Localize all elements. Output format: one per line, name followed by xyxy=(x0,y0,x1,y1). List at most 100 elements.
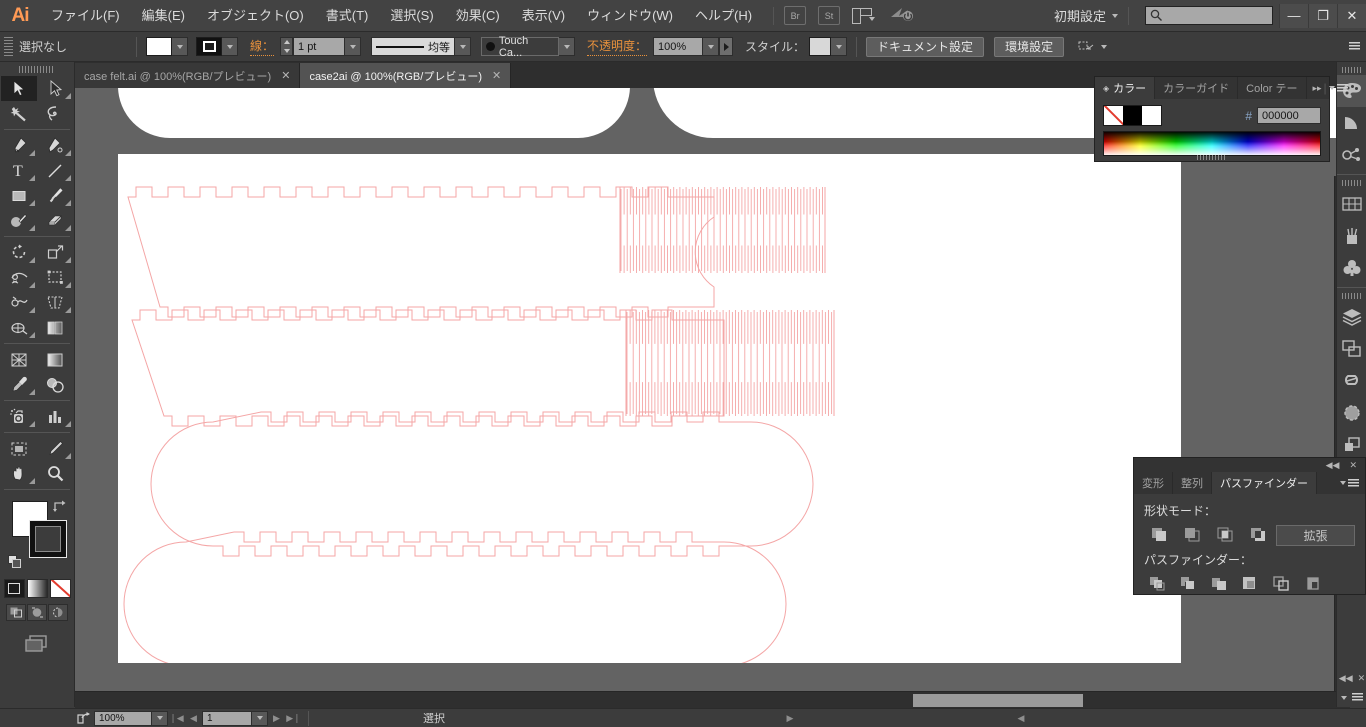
menu-type[interactable]: 書式(T) xyxy=(315,0,380,32)
unite-button[interactable] xyxy=(1144,523,1175,547)
stroke-profile-value[interactable]: 均等 xyxy=(371,37,456,56)
stroke-chevron-down-icon[interactable] xyxy=(222,37,238,56)
color-panel[interactable]: ◈ カラー カラーガイド Color テー ▸▸ | # 000000 xyxy=(1094,76,1348,162)
gradient-swatch-tool[interactable] xyxy=(37,347,73,372)
document-setup-button[interactable]: ドキュメント設定 xyxy=(866,36,985,57)
artboard-tool[interactable] xyxy=(1,436,37,461)
status-left-scroll-button[interactable]: ◀ xyxy=(1013,709,1030,727)
shape-builder-tool[interactable] xyxy=(1,290,37,315)
tab-transform[interactable]: 変形 xyxy=(1134,472,1173,494)
arrange-documents-icon[interactable] xyxy=(852,7,874,24)
column-graph-tool[interactable] xyxy=(37,404,73,429)
document-canvas[interactable] xyxy=(75,88,1350,708)
trim-button[interactable] xyxy=(1175,572,1201,596)
brush-definition-value[interactable]: Touch Ca... xyxy=(481,35,560,59)
stroke-weight-input[interactable]: 1 pt xyxy=(293,37,346,56)
stroke-profile-control[interactable]: 均等 xyxy=(371,37,472,56)
workspace-switcher-label[interactable]: 初期設定 xyxy=(1054,6,1106,25)
close-button[interactable]: ✕ xyxy=(1337,3,1366,28)
stroke-profile-chevron-down-icon[interactable] xyxy=(455,37,472,56)
menu-select[interactable]: 選択(S) xyxy=(379,0,444,32)
menu-view[interactable]: 表示(V) xyxy=(511,0,576,32)
gradient-mode-button[interactable] xyxy=(26,579,48,598)
color-themes-icon[interactable] xyxy=(1337,139,1366,171)
artboard-nav-control[interactable]: 1 xyxy=(202,709,268,727)
dock-menu-chevron-icon[interactable] xyxy=(1341,695,1347,700)
control-bar-grip[interactable] xyxy=(4,36,13,57)
next-artboard-button[interactable]: ▶ xyxy=(268,709,285,727)
draw-inside-button[interactable] xyxy=(48,604,68,621)
gradient-mesh-tool[interactable] xyxy=(1,347,37,372)
close-dock-icon[interactable]: ✕ xyxy=(1358,673,1366,684)
transform-options-control[interactable] xyxy=(1078,40,1108,54)
tab-close-icon[interactable]: ✕ xyxy=(281,69,290,82)
selection-tool[interactable] xyxy=(1,76,37,101)
stroke-weight-stepper[interactable] xyxy=(280,37,294,56)
none-mode-button[interactable] xyxy=(49,579,71,598)
zoom-input[interactable]: 100% xyxy=(94,710,152,726)
swap-fill-stroke-icon[interactable] xyxy=(52,499,68,516)
expand-button[interactable]: 拡張 xyxy=(1276,524,1355,546)
arrange-chevron-down-icon[interactable] xyxy=(869,17,876,21)
curvature-tool[interactable] xyxy=(37,133,73,158)
zoom-tool[interactable] xyxy=(37,461,73,486)
draw-behind-button[interactable] xyxy=(27,604,47,621)
color-panel-menu-chevron-icon[interactable] xyxy=(1328,86,1335,90)
magic-wand-tool[interactable] xyxy=(1,101,37,126)
blend-tool[interactable] xyxy=(37,372,73,397)
menu-file[interactable]: ファイル(F) xyxy=(40,0,131,32)
brush-control[interactable]: Touch Ca... xyxy=(481,35,576,59)
symbol-sprayer-tool[interactable] xyxy=(1,404,37,429)
transform-chevron-down-icon[interactable] xyxy=(1101,44,1108,49)
menu-help[interactable]: ヘルプ(H) xyxy=(684,0,763,32)
graphic-style-control[interactable] xyxy=(809,37,848,56)
slice-tool[interactable] xyxy=(37,436,73,461)
tools-panel-grip[interactable] xyxy=(0,62,74,76)
artboard-case2[interactable] xyxy=(118,154,1181,663)
screen-mode-button[interactable] xyxy=(0,633,74,655)
menu-window[interactable]: ウィンドウ(W) xyxy=(576,0,684,32)
line-segment-tool[interactable] xyxy=(37,158,73,183)
merge-button[interactable] xyxy=(1206,572,1232,596)
tab-case2[interactable]: case2ai @ 100%(RGB/プレビュー) ✕ xyxy=(300,63,512,88)
control-bar-overflow[interactable] xyxy=(1349,42,1366,51)
scale-tool[interactable] xyxy=(37,240,73,265)
lasso-tool[interactable] xyxy=(37,101,73,126)
rectangle-tool[interactable] xyxy=(1,183,37,208)
color-panel-collapse-icon[interactable]: ▸▸ xyxy=(1313,83,1322,94)
mesh-tool[interactable] xyxy=(1,315,37,340)
toolbar-stroke-swatch[interactable] xyxy=(29,520,67,558)
minus-back-button[interactable] xyxy=(1299,572,1325,596)
color-panel-menu-icon[interactable] xyxy=(1336,83,1348,93)
exclude-button[interactable] xyxy=(1243,523,1274,547)
color-guide-icon[interactable] xyxy=(1337,107,1366,139)
fill-swatch[interactable] xyxy=(146,37,172,56)
opacity-input[interactable]: 100% xyxy=(653,37,704,56)
control-bar-menu-icon[interactable] xyxy=(1349,42,1360,51)
brushes-icon[interactable] xyxy=(1337,220,1366,252)
fill-color-control[interactable] xyxy=(146,37,188,56)
search-input[interactable] xyxy=(1145,6,1273,25)
none-swatch[interactable] xyxy=(1104,106,1123,125)
zoom-control[interactable]: 100% xyxy=(94,709,168,727)
opacity-control[interactable]: 100% xyxy=(653,37,734,56)
bridge-icon[interactable]: Br xyxy=(784,6,807,25)
horizontal-scrollbar[interactable] xyxy=(75,691,1350,708)
rotate-tool[interactable] xyxy=(1,240,37,265)
first-artboard-button[interactable]: ❘◀ xyxy=(168,709,185,727)
stroke-swatch[interactable] xyxy=(196,37,222,56)
workspace-chevron-down-icon[interactable] xyxy=(1112,13,1118,18)
tab-align[interactable]: 整列 xyxy=(1173,472,1212,494)
pathfinder-menu-icon[interactable] xyxy=(1348,478,1359,488)
artboards-icon[interactable] xyxy=(1337,333,1366,365)
menu-edit[interactable]: 編集(E) xyxy=(131,0,196,32)
hex-input[interactable]: 000000 xyxy=(1257,107,1321,124)
color-spectrum-bar[interactable] xyxy=(1103,131,1321,156)
dock-grip-1[interactable] xyxy=(1337,65,1366,75)
pathfinder-panel[interactable]: ◀◀ ✕ 変形 整列 パスファインダー 形状モード： 拡張 パスファインダー： xyxy=(1133,457,1366,595)
brush-chevron-down-icon[interactable] xyxy=(559,37,576,56)
symbols-icon[interactable] xyxy=(1337,252,1366,284)
menu-effect[interactable]: 効果(C) xyxy=(445,0,511,32)
outline-button[interactable] xyxy=(1268,572,1294,596)
crop-button[interactable] xyxy=(1237,572,1263,596)
